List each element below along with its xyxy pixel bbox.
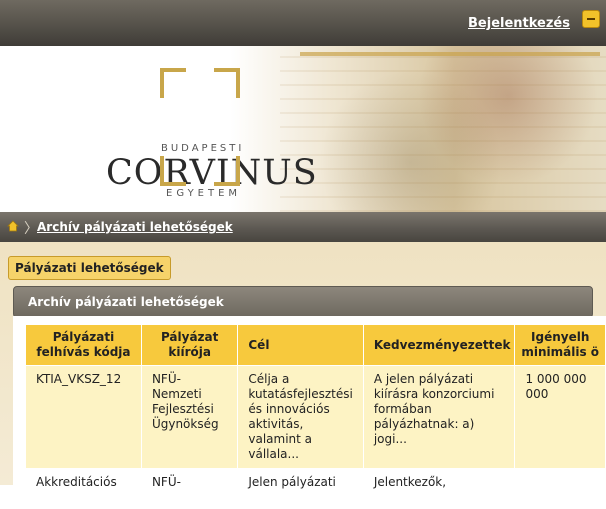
cell-min-amount: 1 000 000 000 [514,365,606,469]
logo-bracket-bottom-right [214,156,240,186]
cell-min-amount [514,468,606,509]
header-banner: BUDAPESTI CORVINUS EGYETEM [0,46,606,212]
cell-issuer: NFÜ-Nemzeti Fejlesztési Ügynökség [140,365,239,469]
column-header-code[interactable]: Pályázati felhívás kódja [25,324,142,366]
logo-title: CORVINUS [106,153,318,193]
cell-issuer: NFÜ- [140,468,239,509]
cell-code: KTIA_VKSZ_12 [25,365,142,469]
logo-bracket-top-left [160,68,186,98]
table-row[interactable]: Akkreditációs NFÜ- Jelen pályázati Jelen… [25,468,606,509]
top-bar: Bejelentkezés [0,0,606,46]
tab-palyazati-lehetosegek[interactable]: Pályázati lehetőségek [8,256,171,280]
home-icon[interactable] [7,220,19,232]
banner-background-image [280,46,606,212]
panel-title: Archív pályázati lehetőségek [28,295,224,309]
logo-bracket-bottom-left [160,156,186,186]
breadcrumb: 〉 Archív pályázati lehetőségek [0,212,606,242]
panel-header: Archív pályázati lehetőségek [13,286,593,318]
logo-bracket-top-right [214,68,240,98]
column-header-min-amount[interactable]: Igényelh minimális ö [514,324,606,366]
main-content: Pályázati lehetőségek Archív pályázati l… [0,242,606,509]
login-link[interactable]: Bejelentkezés [468,16,570,31]
collapse-icon[interactable] [582,10,600,28]
breadcrumb-archive-link[interactable]: Archív pályázati lehetőségek [37,220,233,234]
cell-goal: Jelen pályázati [237,468,364,509]
panel-body: Pályázati felhívás kódja Pályázat kiírój… [13,316,606,509]
column-header-issuer[interactable]: Pályázat kiírója [140,324,239,366]
grants-table: Pályázati felhívás kódja Pályázat kiírój… [25,324,606,509]
breadcrumb-separator-icon: 〉 [24,221,38,237]
table-row[interactable]: KTIA_VKSZ_12 NFÜ-Nemzeti Fejlesztési Ügy… [25,365,606,469]
logo-bottom-text: EGYETEM [166,188,242,199]
cell-code: Akkreditációs [25,468,142,509]
cell-goal: Célja a kutatásfejlesztési és innovációs… [237,365,364,469]
cell-beneficiaries: Jelentkezők, [362,468,516,509]
column-header-goal[interactable]: Cél [237,324,364,366]
banner-gold-border [300,52,600,56]
cell-beneficiaries: A jelen pályázati kiírásra konzorciumi f… [362,365,516,469]
table-header-row: Pályázati felhívás kódja Pályázat kiírój… [25,324,606,366]
column-header-beneficiaries[interactable]: Kedvezményezettek [362,324,516,366]
